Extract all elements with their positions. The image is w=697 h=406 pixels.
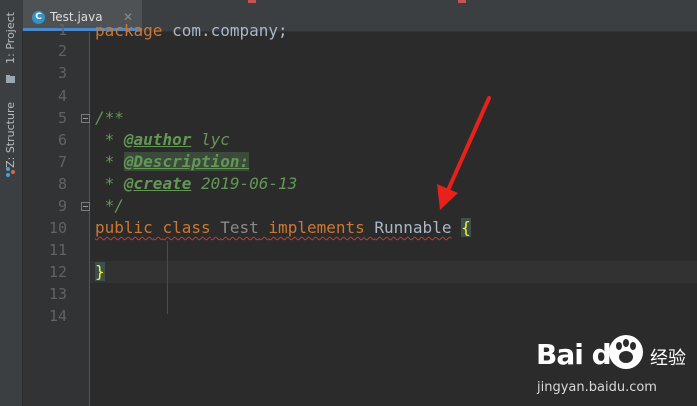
watermark-cn-text: 经验 (650, 348, 686, 369)
watermark-url: jingyan.baidu.com (537, 380, 657, 395)
paw-icon (609, 335, 643, 369)
baidu-watermark: Bai du 经验 jingyan.baidu.com (530, 330, 695, 402)
